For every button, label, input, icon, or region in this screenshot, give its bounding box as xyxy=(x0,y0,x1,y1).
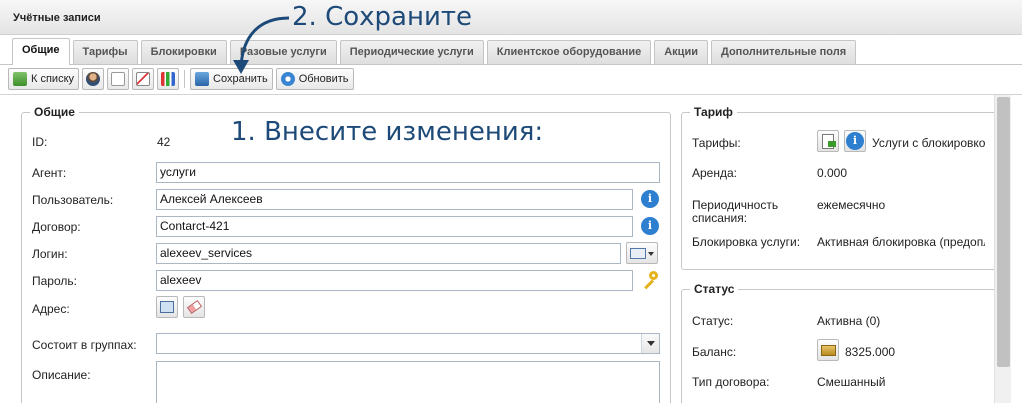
tab-extra-fields[interactable]: Дополнительные поля xyxy=(710,40,857,64)
tariff-change-button[interactable] xyxy=(817,130,839,152)
scrollbar-thumb[interactable] xyxy=(997,97,1010,367)
back-to-list-label: К списку xyxy=(31,73,75,85)
document-button[interactable] xyxy=(107,68,130,90)
tab-periodic-services[interactable]: Периодические услуги xyxy=(339,40,484,64)
tab-promotions[interactable]: Акции xyxy=(654,40,708,64)
line-chart-icon xyxy=(136,72,151,86)
document-icon xyxy=(111,72,126,86)
agent-label: Агент: xyxy=(32,166,67,180)
address-label: Адрес: xyxy=(32,302,70,316)
annotation-arrow xyxy=(233,16,290,74)
refresh-label: Обновить xyxy=(298,73,349,85)
id-label: ID: xyxy=(32,135,48,149)
list-back-icon xyxy=(13,72,27,86)
password-label: Пароль: xyxy=(32,274,77,288)
tariff-info-button[interactable]: i xyxy=(844,130,866,152)
balance-value: 8325.000 xyxy=(845,345,896,359)
groups-chevron-down-icon[interactable] xyxy=(641,334,659,353)
window-title: Учётные записи xyxy=(13,12,101,24)
tab-general[interactable]: Общие xyxy=(12,38,70,65)
save-icon xyxy=(195,72,210,86)
contract-label: Договор: xyxy=(32,220,81,234)
wallet-icon xyxy=(821,345,836,356)
keyboard-icon xyxy=(630,248,646,259)
toolbar: К списку Сохранить Обновить xyxy=(8,65,1022,93)
tab-strip: Общие Тарифы Блокировки Разовые услуги П… xyxy=(12,38,859,65)
contract-field[interactable]: Contarct-421 xyxy=(156,216,633,237)
tab-blocks[interactable]: Блокировки xyxy=(140,40,227,64)
user-field[interactable]: Алексей Алексеев xyxy=(156,189,633,210)
step1-annotation: 1. Внесите изменения: xyxy=(231,117,544,147)
groups-label: Состоит в группах: xyxy=(32,338,137,352)
login-label: Логин: xyxy=(32,247,68,261)
address-card-icon xyxy=(160,301,174,313)
balance-button[interactable] xyxy=(817,339,839,361)
address-edit-button[interactable] xyxy=(156,296,178,318)
tab-client-equipment[interactable]: Клиентское оборудование xyxy=(486,40,652,64)
block-value: Активная блокировка (предопл xyxy=(817,235,985,249)
status-value: Активна (0) xyxy=(817,314,881,328)
stats-bar-button[interactable] xyxy=(157,68,180,90)
tariffs-label: Тарифы: xyxy=(692,136,741,150)
period-label-line1: Периодичность xyxy=(692,198,779,212)
block-label: Блокировка услуги: xyxy=(692,235,801,249)
user-button[interactable] xyxy=(82,68,105,90)
stats-line-button[interactable] xyxy=(132,68,155,90)
step2-annotation: 2. Сохраните xyxy=(292,2,472,32)
address-clear-button[interactable] xyxy=(183,296,205,318)
general-legend: Общие xyxy=(30,105,79,119)
description-textarea[interactable] xyxy=(156,361,660,403)
eraser-icon xyxy=(186,299,203,315)
bar-chart-icon xyxy=(161,72,176,86)
period-label-line2: списания: xyxy=(692,211,748,225)
back-to-list-button[interactable]: К списку xyxy=(8,68,80,90)
agent-field[interactable]: услуги xyxy=(156,162,660,183)
password-field[interactable]: alexeev xyxy=(156,270,633,291)
window-titlebar: Учётные записи xyxy=(0,0,1022,35)
vertical-scrollbar[interactable] xyxy=(994,95,1011,403)
groups-select[interactable] xyxy=(156,333,660,354)
status-legend: Статус xyxy=(690,282,739,296)
login-generator-button[interactable] xyxy=(626,242,658,264)
balance-label: Баланс: xyxy=(692,345,737,359)
user-label: Пользователь: xyxy=(32,193,114,207)
login-field[interactable]: alexeev_services xyxy=(156,243,621,264)
key-icon[interactable] xyxy=(640,270,660,290)
tariff-legend: Тариф xyxy=(690,105,737,119)
description-label: Описание: xyxy=(32,368,91,382)
id-value: 42 xyxy=(157,135,171,149)
rent-label: Аренда: xyxy=(692,166,737,180)
user-info-icon[interactable]: i xyxy=(641,190,659,208)
status-label: Статус: xyxy=(692,314,734,328)
tab-tariffs[interactable]: Тарифы xyxy=(72,40,138,64)
contract-info-icon[interactable]: i xyxy=(641,217,659,235)
user-icon xyxy=(86,72,101,86)
contract-type-value: Смешанный xyxy=(817,375,886,389)
rent-value: 0.000 xyxy=(817,166,848,180)
toolbar-separator xyxy=(184,70,186,88)
tariffs-value: Услуги с блокировко xyxy=(872,136,985,150)
period-value: ежемесячно xyxy=(817,198,886,212)
content-divider xyxy=(0,94,1022,95)
tariff-info-icon: i xyxy=(846,132,864,150)
contract-type-label: Тип договора: xyxy=(692,375,770,389)
chevron-down-icon xyxy=(648,252,654,256)
